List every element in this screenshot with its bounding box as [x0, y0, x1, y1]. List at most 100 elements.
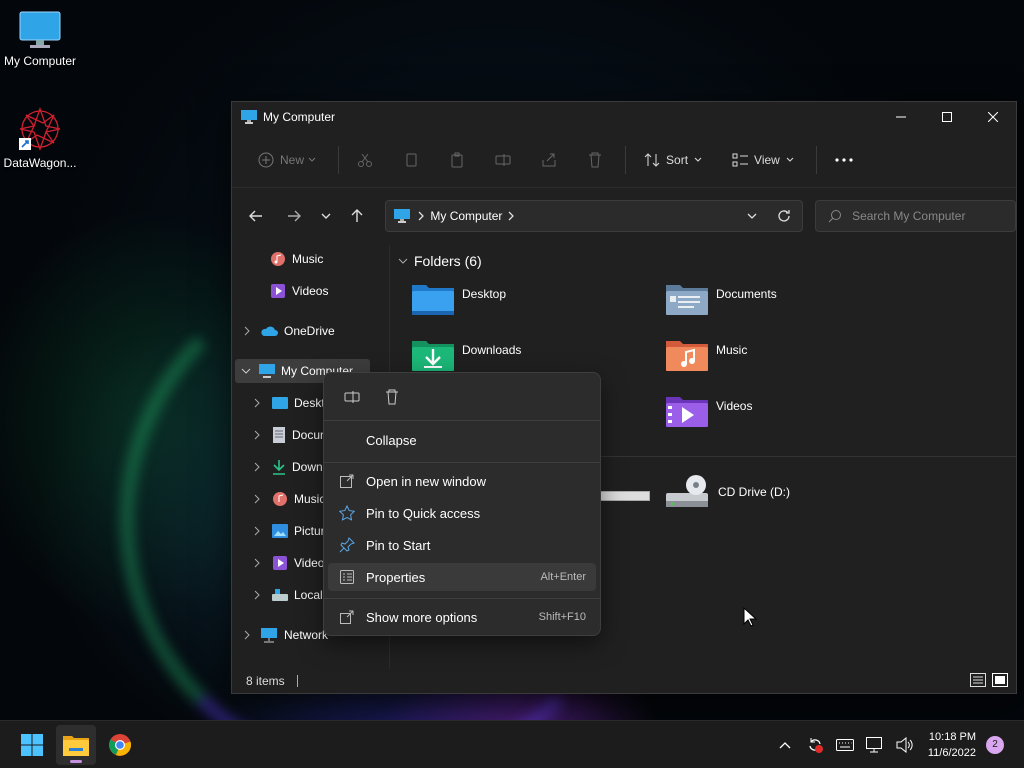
address-dropdown-button[interactable]	[738, 202, 766, 230]
menu-item-pin-quick-access[interactable]: Pin to Quick access	[328, 499, 596, 527]
menu-item-properties[interactable]: Properties Alt+Enter	[328, 563, 596, 591]
sidebar-item-music[interactable]: Music	[246, 247, 323, 271]
cut-button[interactable]	[349, 144, 381, 176]
view-button[interactable]: View	[724, 144, 802, 176]
desktop-icon-datawagon[interactable]: DataWagon...	[0, 106, 80, 170]
refresh-button[interactable]	[770, 202, 798, 230]
back-button[interactable]	[242, 202, 270, 230]
refresh-icon	[778, 210, 790, 222]
taskbar-clock[interactable]: 10:18 PM 11/6/2022	[928, 729, 976, 761]
delete-button[interactable]	[376, 381, 408, 413]
sidebar-item-network[interactable]: Network	[240, 623, 328, 647]
menu-item-open-new-window[interactable]: Open in new window	[328, 467, 596, 495]
sidebar-item-music-2[interactable]: Music	[250, 487, 325, 511]
monitor-icon	[19, 11, 61, 48]
menu-item-pin-start[interactable]: Pin to Start	[328, 531, 596, 559]
rename-button[interactable]	[487, 144, 519, 176]
arrow-left-icon	[248, 210, 262, 222]
desktop-icon-my-computer[interactable]: My Computer	[0, 10, 80, 68]
folder-desktop[interactable]: Desktop	[412, 281, 506, 315]
menu-separator	[324, 598, 600, 599]
folder-label: Desktop	[462, 287, 507, 301]
details-view-button[interactable]	[970, 672, 986, 690]
folders-group-header[interactable]: Folders (6)	[398, 253, 482, 269]
menu-item-label: Show more options	[366, 609, 478, 625]
network-status-button[interactable]	[863, 733, 887, 757]
picture-icon	[272, 524, 288, 538]
sidebar-item-label: Network	[284, 628, 329, 642]
sidebar-item-label: Videos	[292, 284, 329, 298]
sidebar-item-videos[interactable]: Videos	[246, 279, 328, 303]
address-bar[interactable]: My Computer	[385, 200, 804, 232]
close-button[interactable]	[970, 102, 1016, 132]
notification-badge[interactable]: 2	[986, 735, 1004, 754]
drive-label: CD Drive (D:)	[718, 485, 790, 499]
folder-music[interactable]: Music	[666, 337, 747, 371]
sidebar-item-label: Local	[294, 588, 323, 602]
taskbar-file-explorer[interactable]	[56, 724, 96, 765]
details-view-icon	[970, 672, 986, 687]
delete-button[interactable]	[579, 144, 611, 176]
share-button[interactable]	[533, 144, 565, 176]
items-count: 8 items	[246, 674, 285, 688]
start-button[interactable]	[12, 725, 52, 765]
maximize-button[interactable]	[924, 102, 970, 132]
chevron-down-icon	[747, 213, 757, 219]
minimize-icon	[896, 116, 906, 118]
show-hidden-icons-button[interactable]	[773, 733, 797, 757]
minimize-button[interactable]	[878, 102, 924, 132]
chevron-right-icon	[244, 326, 250, 336]
keyboard-icon	[835, 738, 854, 751]
monitor-icon	[241, 110, 257, 124]
folder-downloads[interactable]: Downloads	[412, 337, 521, 371]
menu-item-collapse[interactable]: Collapse	[328, 426, 596, 454]
sort-button[interactable]: Sort	[636, 144, 710, 176]
video-icon	[271, 284, 285, 298]
chevron-right-icon	[254, 526, 260, 536]
menu-item-shortcut: Alt+Enter	[540, 571, 586, 583]
chevron-right-icon	[244, 630, 250, 640]
chevron-right-icon	[418, 211, 425, 221]
drive-usage-bar	[600, 491, 650, 501]
folder-label: Music	[716, 343, 748, 357]
menu-item-label: Pin to Quick access	[366, 505, 481, 521]
recent-locations-button[interactable]	[312, 202, 340, 230]
chevron-right-icon	[254, 590, 260, 600]
copy-button[interactable]	[395, 144, 427, 176]
search-box[interactable]: Search My Computer	[815, 200, 1016, 232]
sidebar-item-downloads[interactable]: Down	[250, 455, 323, 479]
drive-cd-d[interactable]: CD Drive (D:)	[666, 473, 790, 509]
sync-status-button[interactable]	[803, 733, 827, 757]
sidebar-item-local-disk[interactable]: Local	[250, 583, 323, 607]
sidebar-item-onedrive[interactable]: OneDrive	[240, 319, 335, 343]
up-button[interactable]	[344, 202, 372, 230]
volume-button[interactable]	[893, 733, 917, 757]
toolbar-separator	[815, 145, 817, 174]
rename-button[interactable]	[336, 381, 368, 413]
tiles-view-button[interactable]	[992, 672, 1008, 690]
more-options-button[interactable]	[827, 144, 861, 176]
menu-item-show-more-options[interactable]: Show more options Shift+F10	[328, 603, 596, 631]
show-more-icon	[340, 610, 354, 624]
paste-button[interactable]	[441, 144, 473, 176]
sidebar-item-desktop[interactable]: Deskto	[250, 391, 331, 415]
trash-icon	[386, 389, 398, 404]
download-icon	[273, 460, 285, 475]
search-placeholder: Search My Computer	[852, 209, 966, 223]
sidebar-item-pictures[interactable]: Pictur	[250, 519, 325, 543]
chevron-down-icon	[694, 157, 702, 162]
keyboard-button[interactable]	[833, 733, 857, 757]
chevron-up-icon	[779, 741, 791, 748]
breadcrumb-my-computer[interactable]: My Computer	[430, 209, 502, 223]
chevron-right-icon	[254, 494, 260, 504]
speaker-icon	[896, 736, 913, 753]
taskbar-chrome[interactable]	[100, 725, 140, 765]
new-button[interactable]: New	[250, 144, 324, 176]
sidebar-item-label: Music	[294, 492, 326, 506]
title-bar[interactable]: My Computer	[232, 102, 1016, 132]
sidebar-item-videos-2[interactable]: Videos	[250, 551, 330, 575]
forward-button[interactable]	[280, 202, 308, 230]
folder-videos[interactable]: Videos	[666, 393, 752, 427]
folder-documents[interactable]: Documents	[666, 281, 777, 315]
sidebar-item-documents[interactable]: Docur	[250, 423, 324, 447]
